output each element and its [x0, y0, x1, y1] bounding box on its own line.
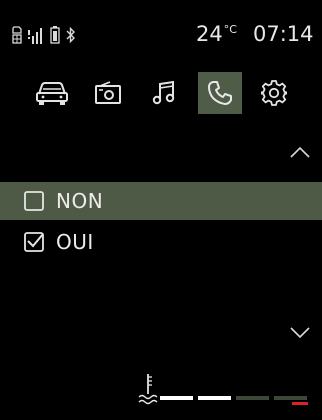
coolant-gauge [160, 396, 310, 405]
gauge-segment [274, 396, 307, 400]
gauge-warning-mark [292, 402, 308, 405]
status-icons [12, 26, 76, 44]
clock: 07:14 [253, 22, 314, 46]
sim-card-icon [12, 26, 22, 44]
temperature-value: 24 [196, 22, 223, 46]
option-non[interactable]: NON [0, 182, 322, 220]
scroll-up-button[interactable] [288, 144, 312, 160]
radio-icon [94, 81, 122, 105]
tab-bar [30, 72, 300, 114]
outside-temperature: 24°C [196, 22, 237, 46]
signal-strength-icon [28, 26, 44, 44]
scroll-down-button[interactable] [288, 324, 312, 340]
gear-icon [261, 80, 287, 106]
tab-radio[interactable] [86, 72, 130, 114]
phone-icon [207, 80, 233, 106]
bluetooth-icon [66, 26, 76, 44]
checkbox-unchecked[interactable] [24, 191, 44, 211]
music-note-icon [152, 80, 176, 106]
status-bar: 24°C 07:14 [0, 0, 322, 60]
option-oui[interactable]: OUI [0, 223, 322, 261]
gauge-segment [160, 396, 193, 400]
car-icon [35, 80, 69, 106]
checkbox-checked[interactable] [24, 232, 44, 252]
tab-media[interactable] [142, 72, 186, 114]
phone-battery-icon [50, 26, 60, 44]
chevron-down-icon [288, 325, 312, 344]
gauge-segment [236, 396, 269, 400]
option-label-non: NON [56, 189, 104, 213]
gauge-segment [198, 396, 231, 400]
chevron-up-icon [288, 145, 312, 164]
coolant-temperature-icon [138, 372, 158, 410]
tab-settings[interactable] [252, 72, 296, 114]
tab-phone[interactable] [198, 72, 242, 114]
infotainment-screen: 24°C 07:14 NON OUI [0, 0, 322, 420]
option-label-oui: OUI [56, 230, 94, 254]
tab-vehicle[interactable] [30, 72, 74, 114]
temperature-unit: °C [223, 23, 237, 36]
